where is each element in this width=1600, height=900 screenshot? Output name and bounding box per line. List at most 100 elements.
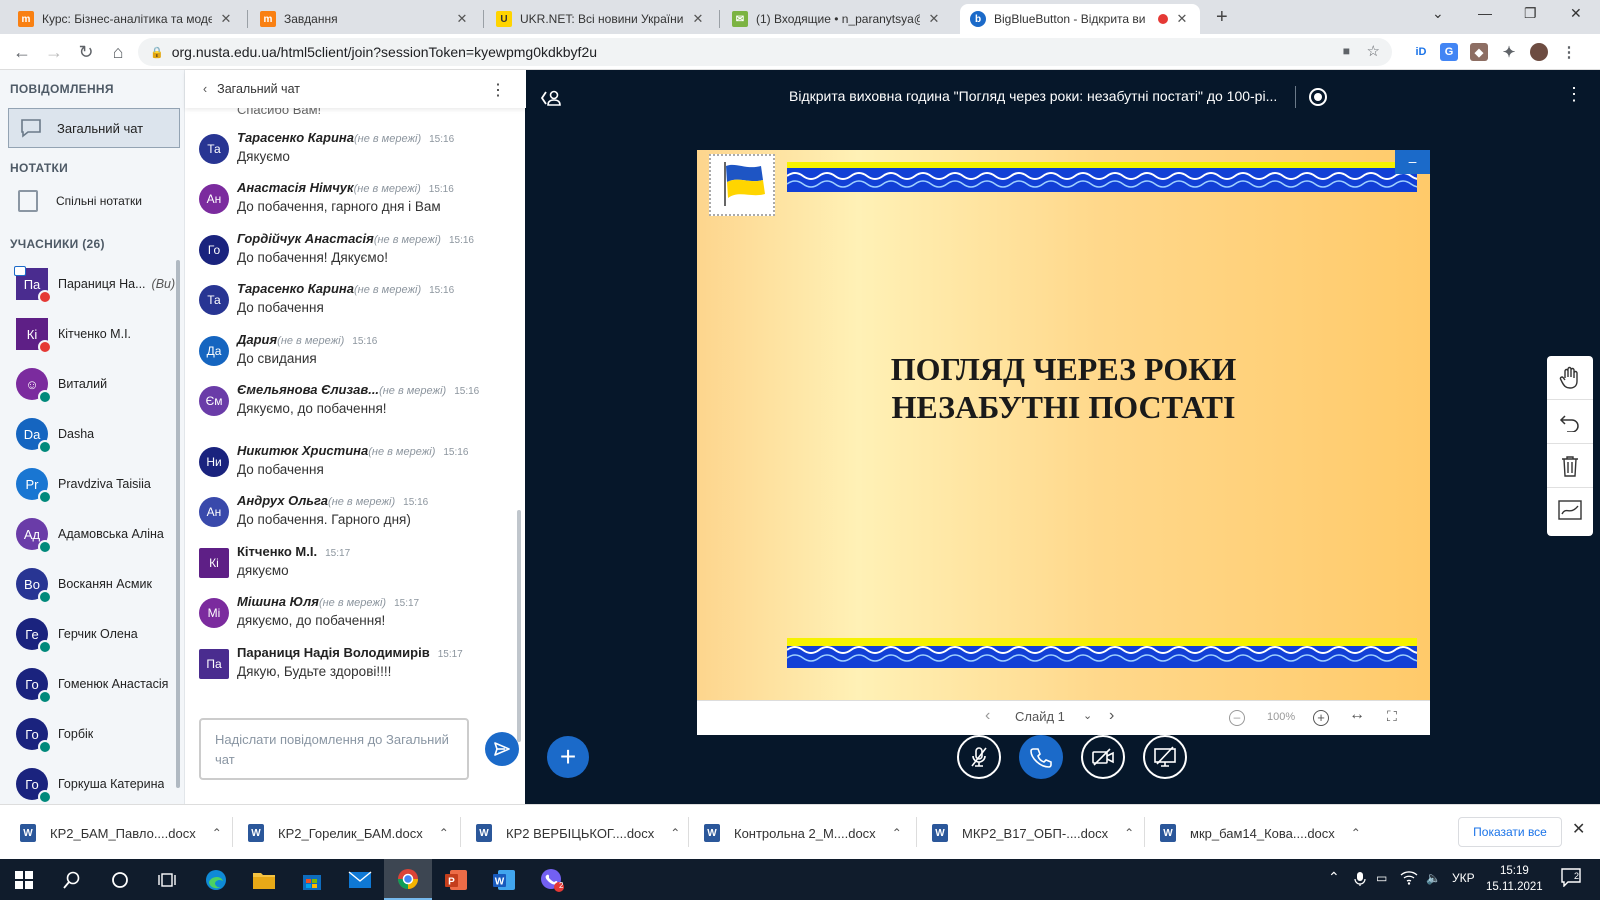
download-options-chevron-icon[interactable]: ⌃ xyxy=(1351,826,1361,840)
show-hidden-icons-chevron[interactable]: ⌃ xyxy=(1328,869,1340,886)
browser-tab-bbb[interactable]: b BigBlueButton - Відкрита ви ✕ xyxy=(960,4,1200,34)
download-options-chevron-icon[interactable]: ⌃ xyxy=(212,826,222,840)
home-icon[interactable]: ⌂ xyxy=(106,40,130,64)
participant-row[interactable]: Го Горбік xyxy=(16,716,184,754)
participant-row[interactable]: Ад Адамовська Аліна xyxy=(16,516,184,554)
forward-button[interactable]: → xyxy=(42,40,66,64)
microphone-tray-icon[interactable] xyxy=(1354,871,1366,887)
system-clock[interactable]: 15:19 15.11.2021 xyxy=(1486,863,1543,895)
participant-row[interactable]: Кі Кітченко М.І. xyxy=(16,316,184,354)
participant-row[interactable]: Во Восканян Асмик xyxy=(16,566,184,604)
close-downloads-bar-icon[interactable]: ✕ xyxy=(1572,819,1585,839)
fullscreen-button[interactable]: ⛶ xyxy=(1387,708,1397,725)
meeting-options-icon[interactable]: ⋮ xyxy=(1565,84,1583,105)
participant-row[interactable]: Ге Герчик Олена xyxy=(16,616,184,654)
camera-permission-icon[interactable]: ■ xyxy=(1343,44,1350,58)
minimize-window-button[interactable]: — xyxy=(1478,5,1492,21)
chevron-down-icon[interactable]: ⌄ xyxy=(1083,709,1092,722)
actions-plus-button[interactable]: + xyxy=(547,736,589,778)
mute-microphone-button[interactable] xyxy=(957,735,1001,779)
next-slide-button[interactable]: › xyxy=(1109,707,1114,725)
download-item[interactable]: W Контрольна 2_М....docx ⌃ xyxy=(704,821,902,845)
public-chat-item[interactable]: Загальний чат xyxy=(8,108,180,148)
minimize-presentation-button[interactable]: – xyxy=(1395,150,1430,174)
toggle-user-list-button[interactable] xyxy=(537,84,565,112)
chat-scrollbar[interactable] xyxy=(517,510,521,742)
edge-browser-icon[interactable] xyxy=(192,859,240,900)
word-icon[interactable]: W xyxy=(480,859,528,900)
close-tab-icon[interactable]: ✕ xyxy=(926,11,942,27)
extension-translate-icon[interactable]: G xyxy=(1440,43,1458,61)
reload-button[interactable]: ↻ xyxy=(74,40,98,64)
download-options-chevron-icon[interactable]: ⌃ xyxy=(892,826,902,840)
chat-message-input[interactable]: Надіслати повідомлення до Загальний чат xyxy=(199,718,469,780)
download-options-chevron-icon[interactable]: ⌃ xyxy=(670,826,680,840)
tab-search-icon[interactable]: ⌄ xyxy=(1432,5,1444,22)
close-tab-icon[interactable]: ✕ xyxy=(1174,11,1190,27)
language-indicator[interactable]: УКР xyxy=(1452,871,1475,885)
extensions-puzzle-icon[interactable]: ✦ xyxy=(1500,43,1518,61)
zoom-in-button[interactable]: + xyxy=(1313,710,1329,726)
extension-id-icon[interactable]: iD xyxy=(1412,43,1430,61)
close-tab-icon[interactable]: ✕ xyxy=(690,11,706,27)
trash-icon[interactable] xyxy=(1547,444,1593,488)
participant-row[interactable]: Го Горкуша Катерина xyxy=(16,766,184,804)
download-item[interactable]: W КР2 ВЕРБІЦЬКОГ....docx ⌃ xyxy=(476,821,680,845)
extension-owl-icon[interactable]: ◆ xyxy=(1470,43,1488,61)
browser-tab-ukrnet[interactable]: U UKR.NET: Всі новини України, ос ✕ xyxy=(486,4,716,34)
download-item[interactable]: W КР2_БАМ_Павло....docx ⌃ xyxy=(20,821,222,845)
participant-row[interactable]: Па Параниця На... (Ви) xyxy=(14,266,184,304)
share-screen-button[interactable] xyxy=(1143,735,1187,779)
send-message-button[interactable] xyxy=(485,732,519,766)
new-tab-button[interactable]: + xyxy=(1216,6,1228,29)
participant-row[interactable]: Da Dasha xyxy=(16,416,184,454)
zoom-out-button[interactable]: – xyxy=(1229,710,1245,726)
back-button[interactable]: ← xyxy=(10,40,34,64)
show-all-downloads-button[interactable]: Показати все xyxy=(1458,817,1562,847)
leave-audio-button[interactable] xyxy=(1019,735,1063,779)
network-wifi-icon[interactable] xyxy=(1400,871,1418,885)
participant-row[interactable]: Pr Pravdziva Taisiia xyxy=(16,466,184,504)
zoom-level[interactable]: 100% xyxy=(1267,711,1295,723)
fit-to-width-button[interactable]: ↔ xyxy=(1349,706,1365,724)
mail-app-icon[interactable] xyxy=(336,859,384,900)
profile-avatar[interactable] xyxy=(1530,43,1548,61)
file-explorer-icon[interactable] xyxy=(240,859,288,900)
close-tab-icon[interactable]: ✕ xyxy=(218,11,234,27)
participant-row[interactable]: ☺ Виталий xyxy=(16,366,184,404)
battery-icon[interactable]: ▭ xyxy=(1376,871,1387,885)
download-options-chevron-icon[interactable]: ⌃ xyxy=(1124,826,1134,840)
download-item[interactable]: W КР2_Горелик_БАМ.docx ⌃ xyxy=(248,821,449,845)
user-list-scrollbar[interactable] xyxy=(176,260,180,788)
chat-title[interactable]: Загальний чат xyxy=(217,82,300,96)
browser-tab-course[interactable]: m Курс: Бізнес-аналітика та моделі ✕ xyxy=(8,4,244,34)
record-button[interactable] xyxy=(1309,88,1327,106)
browser-tab-mail[interactable]: ✉ (1) Входящие • n_paranytsya@ul ✕ xyxy=(722,4,952,34)
maximize-window-button[interactable]: ❐ xyxy=(1524,5,1537,22)
shared-notes-item[interactable]: Спільні нотатки xyxy=(18,190,142,212)
close-window-button[interactable]: ✕ xyxy=(1570,5,1582,22)
task-view-icon[interactable] xyxy=(144,859,192,900)
cortana-icon[interactable] xyxy=(96,859,144,900)
chevron-left-icon[interactable]: ‹ xyxy=(203,82,207,96)
chrome-taskbar-icon[interactable] xyxy=(384,859,432,900)
browser-tab-assignments[interactable]: m Завдання ✕ xyxy=(250,4,480,34)
browser-menu-icon[interactable]: ⋮ xyxy=(1560,43,1578,61)
pan-hand-icon[interactable] xyxy=(1547,356,1593,400)
microsoft-store-icon[interactable] xyxy=(288,859,336,900)
notifications-icon[interactable]: 2 xyxy=(1560,867,1582,887)
slide-selector[interactable]: Слайд 1 xyxy=(1015,709,1065,724)
powerpoint-icon[interactable]: P xyxy=(432,859,480,900)
volume-icon[interactable]: 🔈 xyxy=(1426,871,1441,885)
share-webcam-button[interactable] xyxy=(1081,735,1125,779)
undo-icon[interactable] xyxy=(1547,400,1593,444)
url-field[interactable]: 🔒 org.nusta.edu.ua/html5client/join?sess… xyxy=(138,38,1392,66)
viber-icon[interactable]: 2 xyxy=(528,859,576,900)
chat-options-icon[interactable]: ⋮ xyxy=(490,80,506,100)
bookmark-star-icon[interactable]: ☆ xyxy=(1367,42,1380,60)
download-item[interactable]: Wмкр_бам14_Кова....docx ⌃ xyxy=(1160,821,1361,845)
participant-row[interactable]: Го Гоменюк Анастасія xyxy=(16,666,184,704)
windows-start-icon[interactable] xyxy=(0,859,48,900)
download-options-chevron-icon[interactable]: ⌃ xyxy=(439,826,449,840)
previous-slide-button[interactable]: ‹ xyxy=(985,707,990,725)
